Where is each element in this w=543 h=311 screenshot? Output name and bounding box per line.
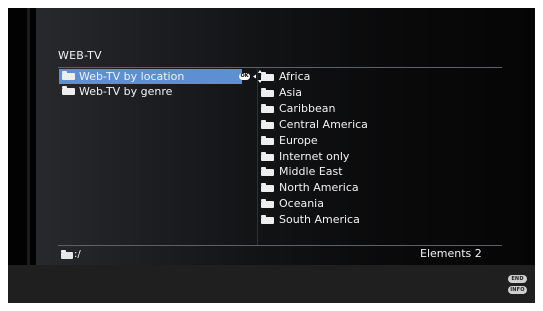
folder-icon [261,120,274,129]
folder-icon [261,215,274,224]
path-label: :/ [74,249,81,260]
open-folder-icon [61,250,73,259]
title-divider [58,67,502,68]
elements-count: Elements 2 [420,247,482,260]
right-list-item-label: Caribbean [279,102,336,115]
right-list-item-label: Central America [279,118,368,131]
right-list-item-label: Asia [279,86,303,99]
tv-screen: WEB-TV Web-TV by location OK Web-TV by g… [8,8,535,303]
column-divider [257,68,258,246]
info-button-icon[interactable]: INFO [508,286,527,294]
folder-icon [261,88,274,97]
page-title: WEB-TV [58,49,102,62]
left-list-item-label: Web-TV by location [79,70,185,83]
right-list-item-label: South America [279,213,360,226]
bottom-divider [58,245,502,246]
right-list-item-label: North America [279,181,359,194]
right-list-item-label: Middle East [279,165,343,178]
folder-icon [261,104,274,113]
left-stripe [8,8,36,265]
left-list-item-location[interactable]: Web-TV by location OK [59,69,267,84]
left-list-item-genre[interactable]: Web-TV by genre [59,84,242,99]
right-list-item-label: Oceania [279,197,324,210]
right-list-item-label: Europe [279,134,318,147]
footer-bar [8,265,535,303]
end-button-icon[interactable]: END [508,275,527,283]
folder-icon [261,136,274,145]
folder-icon [261,183,274,192]
folder-icon [261,199,274,208]
folder-icon [261,72,274,81]
left-list-item-label: Web-TV by genre [79,85,173,98]
folder-icon [261,152,274,161]
right-list-item-label: Africa [279,70,311,83]
folder-icon [62,86,75,95]
ok-button-icon: OK [239,73,250,80]
right-list-item-label: Internet only [279,150,350,163]
folder-icon [62,71,75,80]
folder-icon [261,167,274,176]
